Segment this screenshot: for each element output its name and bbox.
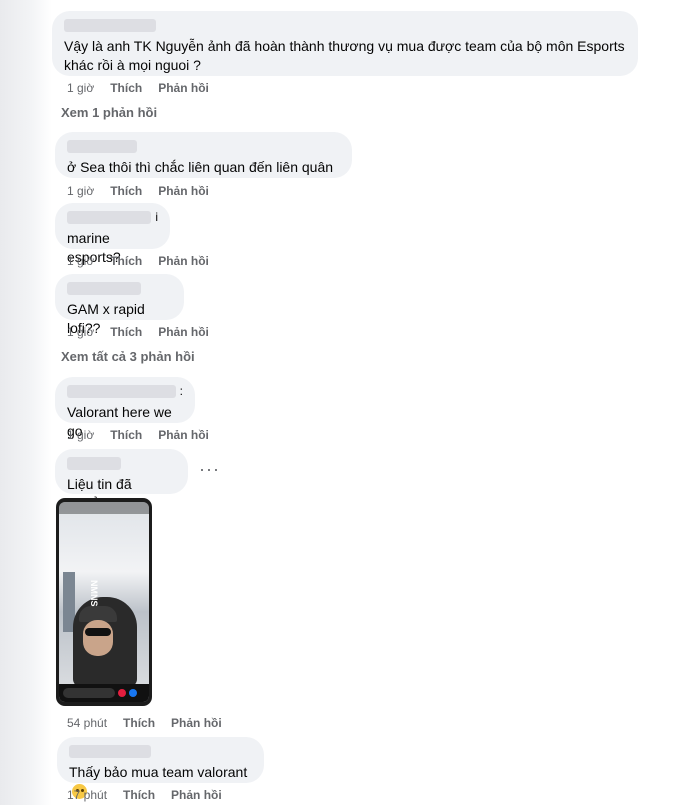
commenter-name-row: :	[67, 385, 183, 398]
comment-bubble-5: : Valorant here we go	[55, 377, 195, 439]
face-shape	[83, 620, 113, 656]
commenter-name-row: i	[67, 211, 158, 224]
comment-actions-2: 1 giờ Thích Phản hồi	[67, 184, 209, 198]
reply-button[interactable]: Phản hồi	[158, 81, 209, 95]
comment-time[interactable]: 1 giờ	[67, 325, 94, 339]
comment-actions-7: 17 phút Thích Phản hồi	[67, 788, 222, 802]
comment-time[interactable]: 1 giờ	[67, 184, 94, 198]
like-button[interactable]: Thích	[123, 716, 155, 730]
comment-bubble-3: i marine esports?	[55, 203, 170, 265]
like-button[interactable]: Thích	[110, 81, 142, 95]
reply-button[interactable]: Phản hồi	[158, 428, 209, 442]
comment-bubble-1: Vậy là anh TK Nguyễn ảnh đã hoàn thành t…	[52, 11, 638, 76]
comment-time[interactable]: 17 phút	[67, 788, 107, 802]
comment-time[interactable]: 1 giờ	[67, 254, 94, 268]
reply-button[interactable]: Phản hồi	[158, 184, 209, 198]
comment-bubble-4: GAM x rapid lofi??	[55, 274, 184, 336]
comment-text: Vậy là anh TK Nguyễn ảnh đã hoàn thành t…	[64, 38, 625, 73]
sunglasses-shape	[85, 628, 111, 636]
comment-text: Thấy bảo mua team valorant	[69, 764, 248, 780]
comment-bubble-2: ở Sea thôi thì chắc liên quan đến liên q…	[55, 132, 352, 178]
commenter-name-blurred[interactable]	[67, 211, 152, 224]
more-options-icon[interactable]: ···	[199, 459, 220, 480]
view-replies-link[interactable]: Xem 1 phản hồi	[61, 105, 157, 120]
like-button[interactable]: Thích	[110, 184, 142, 198]
like-reaction-icon	[129, 689, 137, 697]
message-input-shape	[63, 688, 115, 698]
phone-screenshot: NMNS	[59, 502, 149, 702]
reply-button[interactable]: Phản hồi	[171, 716, 222, 730]
comment-time[interactable]: 1 giờ	[67, 81, 94, 95]
like-button[interactable]: Thích	[110, 428, 142, 442]
comment-image-attachment[interactable]: NMNS	[56, 498, 152, 706]
comment-bubble-7: Thấy bảo mua team valorant	[57, 737, 264, 799]
comment-actions-4: 1 giờ Thích Phản hồi	[67, 325, 209, 339]
comment-actions-5: 1 giờ Thích Phản hồi	[67, 428, 209, 442]
commenter-name-blurred[interactable]	[67, 385, 176, 398]
left-blurred-area	[0, 0, 52, 805]
comment-text: ở Sea thôi thì chắc liên quan đến liên q…	[67, 159, 334, 175]
commenter-name-tail: :	[179, 384, 183, 398]
commenter-name-blurred[interactable]	[67, 140, 137, 153]
comment-time[interactable]: 54 phút	[67, 716, 107, 730]
like-button[interactable]: Thích	[110, 254, 142, 268]
commenter-name-blurred[interactable]	[67, 282, 141, 295]
comment-bubble-6: Liệu tin đã chuẩn:))	[55, 449, 188, 511]
reply-button[interactable]: Phản hồi	[158, 325, 209, 339]
comment-actions-3: 1 giờ Thích Phản hồi	[67, 254, 209, 268]
comment-actions-6: 54 phút Thích Phản hồi	[67, 716, 222, 730]
like-button[interactable]: Thích	[110, 325, 142, 339]
comment-time[interactable]: 1 giờ	[67, 428, 94, 442]
commenter-name-blurred[interactable]	[67, 457, 121, 470]
reply-button[interactable]: Phản hồi	[158, 254, 209, 268]
commenter-name-blurred[interactable]	[69, 745, 151, 758]
shirt-text: NMNS	[89, 580, 99, 607]
commenter-name-blurred[interactable]	[64, 19, 156, 32]
comment-actions-1: 1 giờ Thích Phản hồi	[67, 81, 209, 95]
story-top-bar	[59, 502, 149, 514]
like-button[interactable]: Thích	[123, 788, 155, 802]
reply-button[interactable]: Phản hồi	[171, 788, 222, 802]
story-reply-bar	[59, 684, 149, 702]
view-all-replies-link[interactable]: Xem tất cả 3 phản hồi	[61, 349, 195, 364]
commenter-name-tail: i	[155, 210, 158, 224]
heart-reaction-icon	[118, 689, 126, 697]
